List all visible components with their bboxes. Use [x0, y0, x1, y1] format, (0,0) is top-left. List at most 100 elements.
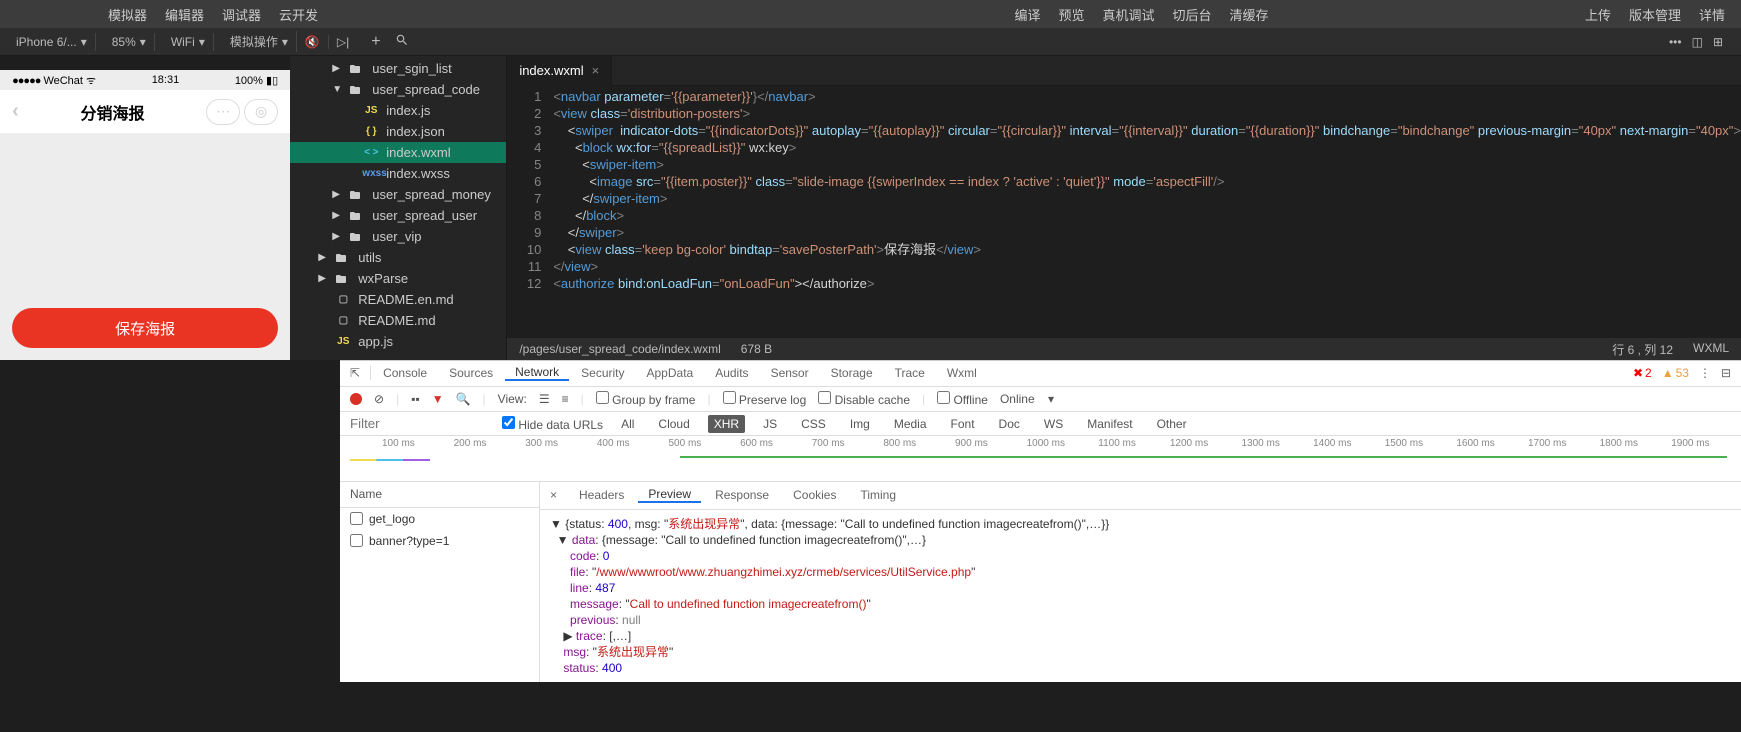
tree-item-app-js[interactable]: JSapp.js	[290, 331, 506, 352]
tab-audits[interactable]: Audits	[705, 366, 758, 380]
tab-appdata[interactable]: AppData	[637, 366, 704, 380]
menu-simulator[interactable]: 模拟器	[108, 5, 147, 24]
cut-icon[interactable]: ▷|	[328, 35, 349, 49]
filter-media[interactable]: Media	[888, 415, 933, 433]
filter-css[interactable]: CSS	[795, 415, 832, 433]
more-icon[interactable]: ⋮	[1699, 366, 1711, 380]
menu-compile[interactable]: 编译	[1014, 5, 1040, 24]
filter-ws[interactable]: WS	[1038, 415, 1069, 433]
error-badge[interactable]: ✖ 2	[1633, 366, 1652, 380]
camera-icon[interactable]: ▪▪	[411, 392, 420, 406]
editor-tab-index-wxml[interactable]: index.wxml ×	[507, 56, 612, 86]
group-by-frame-checkbox[interactable]: Group by frame	[596, 391, 696, 407]
view-large-icon[interactable]: ☰	[539, 392, 550, 406]
detail-tab-preview[interactable]: Preview	[638, 487, 701, 503]
filter-other[interactable]: Other	[1151, 415, 1193, 433]
tab-console[interactable]: Console	[373, 366, 437, 380]
menu-editor[interactable]: 编辑器	[165, 5, 204, 24]
filter-js[interactable]: JS	[757, 415, 783, 433]
offline-checkbox[interactable]: Offline	[937, 391, 988, 407]
tree-item-README-md[interactable]: ▢README.md	[290, 310, 506, 331]
filter-xhr[interactable]: XHR	[708, 415, 745, 433]
tab-storage[interactable]: Storage	[821, 366, 883, 380]
tree-item-user-spread-money[interactable]: ▶user_spread_money	[290, 184, 506, 205]
network-select[interactable]: WiFi▾	[163, 33, 214, 51]
tab-network[interactable]: Network	[505, 365, 569, 381]
detail-tab-response[interactable]: Response	[705, 488, 779, 502]
tree-item-user-spread-user[interactable]: ▶user_spread_user	[290, 205, 506, 226]
tab-wxml[interactable]: Wxml	[937, 366, 987, 380]
menu-remote-debug[interactable]: 真机调试	[1103, 5, 1155, 24]
close-tab-icon[interactable]: ×	[592, 63, 600, 78]
tree-item-user-spread-code[interactable]: ▼user_spread_code	[290, 79, 506, 100]
device-select[interactable]: iPhone 6/...▾	[8, 33, 96, 51]
dock-icon[interactable]: ⊟	[1721, 366, 1731, 380]
language-mode[interactable]: WXML	[1693, 341, 1729, 358]
network-filter-bar: Hide data URLs All Cloud XHR JS CSS Img …	[340, 412, 1741, 436]
menu-background[interactable]: 切后台	[1173, 5, 1212, 24]
request-list-header[interactable]: Name	[340, 482, 539, 508]
tree-item-index-wxml[interactable]: < >index.wxml	[290, 142, 506, 163]
tree-item-index-js[interactable]: JSindex.js	[290, 100, 506, 121]
response-preview[interactable]: ▼ {status: 400, msg: "系统出现异常", data: {me…	[540, 510, 1741, 682]
request-item[interactable]: banner?type=1	[340, 530, 539, 552]
inspect-icon[interactable]: ⇱	[350, 366, 371, 380]
disable-cache-checkbox[interactable]: Disable cache	[818, 391, 910, 407]
record-icon[interactable]	[350, 393, 362, 405]
more-icon[interactable]: •••	[1669, 35, 1682, 49]
filter-icon[interactable]: ▼	[432, 392, 444, 406]
detail-tab-timing[interactable]: Timing	[850, 488, 906, 502]
menu-details[interactable]: 详情	[1699, 5, 1725, 24]
filter-input[interactable]	[350, 416, 490, 431]
phone-simulator: ●●●●● WeChat ᯤ 18:31 100% ▮▯ ‹ 分销海报 ⋯ ◎ …	[0, 70, 290, 360]
tree-item-utils[interactable]: ▶utils	[290, 247, 506, 268]
menu-upload[interactable]: 上传	[1585, 5, 1611, 24]
request-item[interactable]: get_logo	[340, 508, 539, 530]
layout-icon[interactable]: ⊞	[1713, 35, 1723, 49]
filter-img[interactable]: Img	[844, 415, 876, 433]
filter-all[interactable]: All	[615, 415, 640, 433]
tree-item-user-sgin-list[interactable]: ▶user_sgin_list	[290, 58, 506, 79]
search-icon[interactable]	[395, 33, 409, 51]
warning-badge[interactable]: ▲ 53	[1662, 366, 1689, 380]
phone-nav-bar: ‹ 分销海报 ⋯ ◎	[0, 90, 290, 134]
tab-sources[interactable]: Sources	[439, 366, 503, 380]
tree-item-index-wxss[interactable]: wxssindex.wxss	[290, 163, 506, 184]
close-app-icon[interactable]: ◎	[244, 99, 278, 125]
hide-data-urls-checkbox[interactable]: Hide data URLs	[502, 416, 603, 432]
network-timeline[interactable]: 100 ms200 ms300 ms400 ms500 ms600 ms700 …	[340, 436, 1741, 482]
tree-item-README-en-md[interactable]: ▢README.en.md	[290, 289, 506, 310]
tab-sensor[interactable]: Sensor	[761, 366, 819, 380]
back-icon[interactable]: ‹	[12, 100, 19, 123]
menu-debugger[interactable]: 调试器	[222, 5, 261, 24]
menu-clear-cache[interactable]: 清缓存	[1230, 5, 1269, 24]
filter-font[interactable]: Font	[945, 415, 981, 433]
new-file-icon[interactable]: +	[371, 33, 380, 51]
clear-icon[interactable]: ⊘	[374, 392, 384, 406]
tree-item-user-vip[interactable]: ▶user_vip	[290, 226, 506, 247]
search-icon[interactable]: 🔍	[456, 392, 471, 406]
detail-tab-cookies[interactable]: Cookies	[783, 488, 846, 502]
throttle-select[interactable]: Online ▾	[1000, 392, 1054, 406]
simulate-action[interactable]: 模拟操作▾	[222, 31, 297, 52]
view-small-icon[interactable]: ≡	[562, 392, 569, 406]
tab-trace[interactable]: Trace	[885, 366, 935, 380]
menu-preview[interactable]: 预览	[1058, 5, 1084, 24]
preserve-log-checkbox[interactable]: Preserve log	[723, 391, 807, 407]
tree-item-wxParse[interactable]: ▶wxParse	[290, 268, 506, 289]
code-editor[interactable]: 123456789101112 <navbar parameter='{{par…	[507, 86, 1741, 338]
filter-cloud[interactable]: Cloud	[652, 415, 695, 433]
split-icon[interactable]: ◫	[1692, 35, 1703, 49]
save-poster-button[interactable]: 保存海报	[12, 308, 278, 348]
more-menu-icon[interactable]: ⋯	[206, 99, 240, 125]
tree-item-index-json[interactable]: { }index.json	[290, 121, 506, 142]
menu-version[interactable]: 版本管理	[1629, 5, 1681, 24]
filter-doc[interactable]: Doc	[993, 415, 1026, 433]
tab-security[interactable]: Security	[571, 366, 634, 380]
menu-cloud[interactable]: 云开发	[279, 5, 318, 24]
filter-manifest[interactable]: Manifest	[1081, 415, 1138, 433]
zoom-select[interactable]: 85%▾	[104, 33, 155, 51]
mute-icon[interactable]: 🔇	[305, 35, 320, 49]
close-icon[interactable]: ×	[550, 488, 565, 502]
detail-tab-headers[interactable]: Headers	[569, 488, 634, 502]
